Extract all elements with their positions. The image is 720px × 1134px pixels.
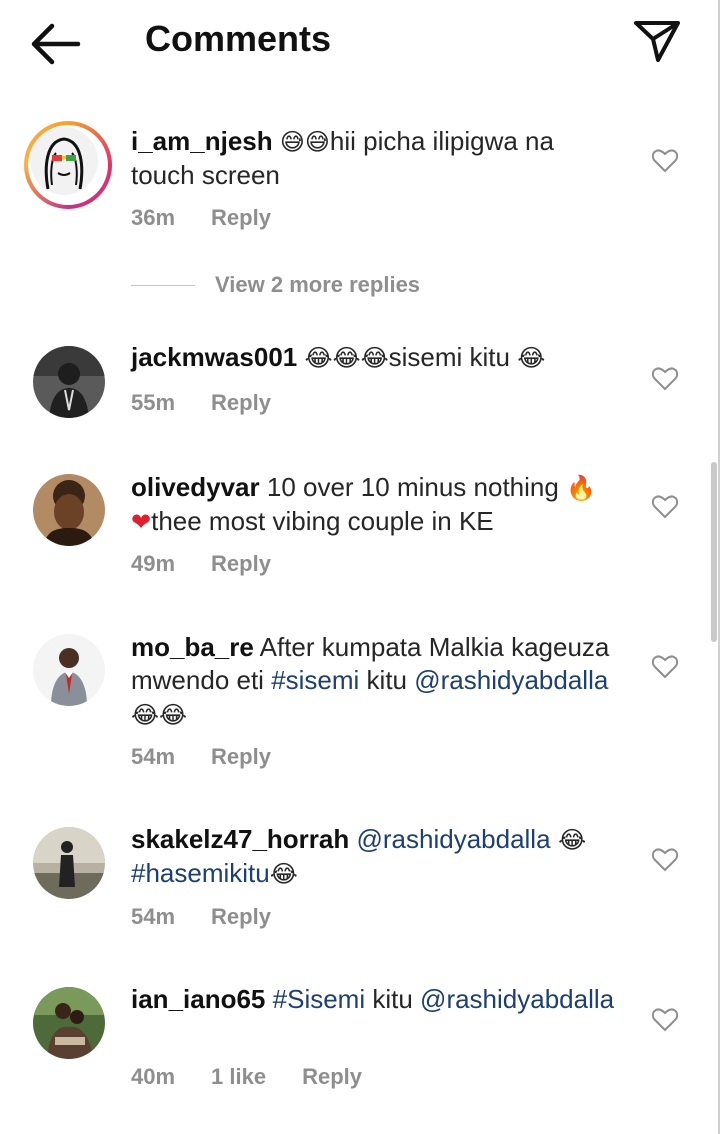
avatar[interactable] <box>33 634 105 706</box>
like-count[interactable]: 1 like <box>211 1064 266 1089</box>
comment-body: kitu <box>359 665 415 695</box>
reply-button[interactable]: Reply <box>211 205 271 230</box>
reply-button[interactable]: Reply <box>302 1064 362 1089</box>
comment-time: 36m <box>131 205 176 230</box>
back-button[interactable] <box>30 22 82 66</box>
heart-icon[interactable] <box>652 848 678 872</box>
mention-link[interactable]: @rashidyabdalla <box>420 984 614 1014</box>
avatar[interactable] <box>33 827 105 899</box>
mention-link[interactable]: @rashidyabdalla <box>414 665 608 695</box>
share-button[interactable] <box>632 18 682 64</box>
avatar[interactable] <box>33 346 105 418</box>
heart-icon[interactable] <box>652 149 678 173</box>
heart-icon[interactable] <box>652 495 678 519</box>
arrow-left-icon <box>31 23 81 65</box>
heart-icon[interactable] <box>652 367 678 391</box>
page-title: Comments <box>145 18 332 59</box>
divider <box>131 285 195 286</box>
comment-time: 54m <box>131 904 176 929</box>
comment-meta: 36m Reply <box>131 205 307 231</box>
view-more-replies-label[interactable]: View 2 more replies <box>215 272 420 298</box>
comment-meta: 54m Reply <box>131 744 307 770</box>
comment-username[interactable]: skakelz47_horrah <box>131 824 349 854</box>
comment-meta: 55m Reply <box>131 390 307 416</box>
comment-username[interactable]: ian_iano65 <box>131 984 265 1014</box>
heart-emoji: ❤ <box>131 508 152 536</box>
fire-emoji: 🔥 <box>566 474 596 502</box>
emoji: 😂 <box>550 826 587 854</box>
comment-body: thee most vibing couple in KE <box>151 506 494 536</box>
comment-text: skakelz47_horrah @rashidyabdalla 😂 #hase… <box>131 823 621 891</box>
view-more-replies[interactable]: View 2 more replies <box>131 272 531 302</box>
hashtag-link[interactable]: #sisemi <box>271 665 359 695</box>
comment-time: 55m <box>131 390 176 415</box>
comment-time: 49m <box>131 551 176 576</box>
comment-text: mo_ba_re After kumpata Malkia kageuza mw… <box>131 631 621 732</box>
comment-meta: 54m Reply <box>131 904 307 930</box>
comment-text: jackmwas001 😂😂😂sisemi kitu 😂 <box>131 341 621 375</box>
comment-text: i_am_njesh 😅😅hii picha ilipigwa na touch… <box>131 125 621 192</box>
comment-meta: 49m Reply <box>131 551 307 577</box>
comment-time: 40m <box>131 1064 176 1089</box>
emoji: 😂 <box>269 860 298 888</box>
comment-username[interactable]: jackmwas001 <box>131 342 297 372</box>
comment-meta: 40m 1 like Reply <box>131 1064 398 1090</box>
comment-body: kitu <box>365 984 421 1014</box>
emoji: 😂 <box>517 344 546 372</box>
emoji: 😅😅 <box>279 128 330 156</box>
reply-button[interactable]: Reply <box>211 904 271 929</box>
heart-icon[interactable] <box>652 1008 678 1032</box>
scrollbar[interactable] <box>711 462 717 642</box>
comment-text: ian_iano65 #Sisemi kitu @rashidyabdalla <box>131 983 621 1016</box>
hashtag-link[interactable]: #hasemikitu <box>131 858 270 888</box>
avatar[interactable] <box>33 987 105 1059</box>
comment-text: olivedyvar 10 over 10 minus nothing 🔥 ❤t… <box>131 471 621 539</box>
comment-username[interactable]: mo_ba_re <box>131 632 254 662</box>
mention-link[interactable]: @rashidyabdalla <box>356 824 550 854</box>
story-ring[interactable] <box>24 121 112 209</box>
top-bar: Comments <box>0 0 720 86</box>
reply-button[interactable]: Reply <box>211 744 271 769</box>
reply-button[interactable]: Reply <box>211 551 271 576</box>
avatar[interactable] <box>33 474 105 546</box>
emoji: 😂😂😂 <box>304 344 389 372</box>
comment-username[interactable]: i_am_njesh <box>131 126 273 156</box>
paper-plane-icon <box>634 21 680 62</box>
avatar <box>30 127 98 195</box>
comment-username[interactable]: olivedyvar <box>131 472 260 502</box>
heart-icon[interactable] <box>652 655 678 679</box>
hashtag-link[interactable]: #Sisemi <box>273 984 365 1014</box>
comment-body: sisemi kitu <box>388 342 518 372</box>
comment-time: 54m <box>131 744 176 769</box>
reply-button[interactable]: Reply <box>211 390 271 415</box>
comment-body: 10 over 10 minus nothing <box>259 472 567 502</box>
emoji: 😂😂 <box>131 701 188 729</box>
